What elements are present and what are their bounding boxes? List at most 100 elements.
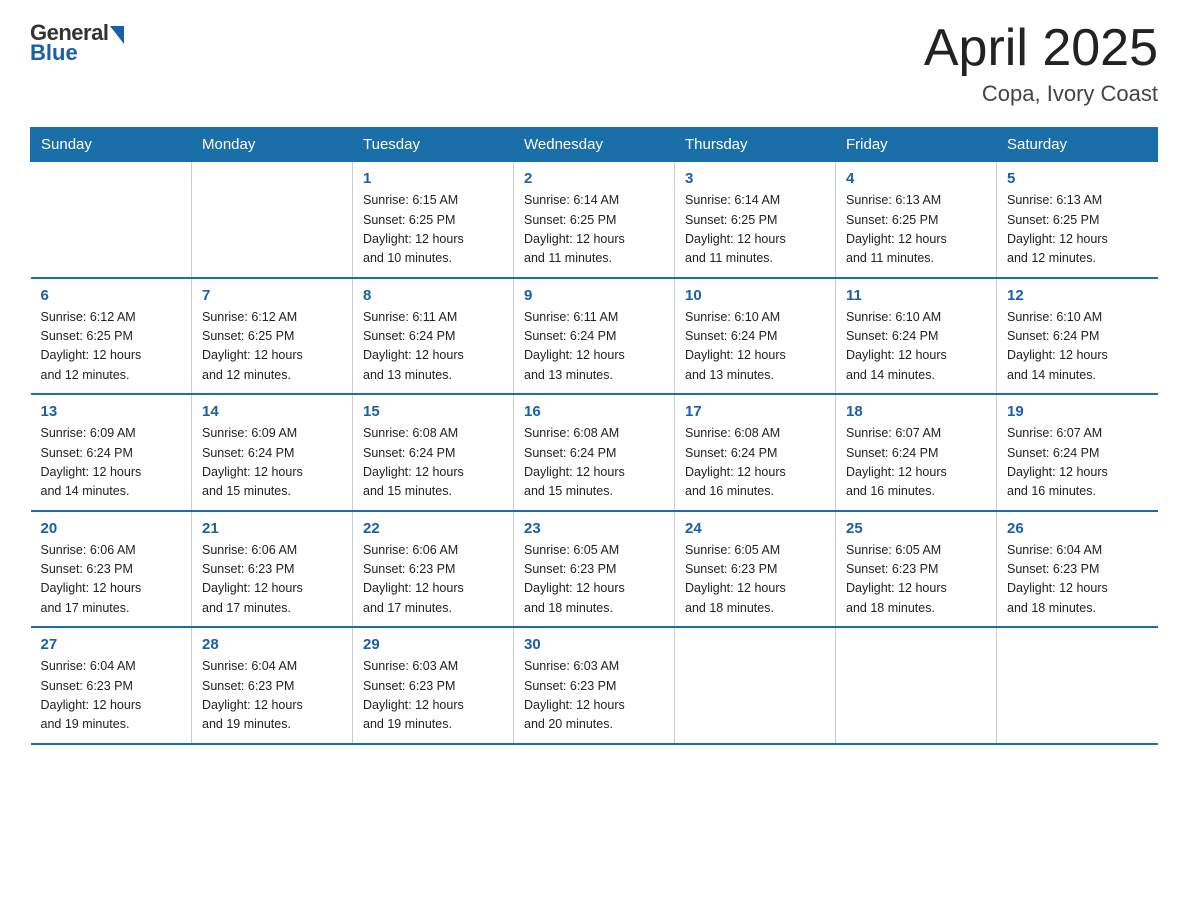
calendar-cell <box>675 627 836 744</box>
day-info: Sunrise: 6:10 AM Sunset: 6:24 PM Dayligh… <box>685 308 825 386</box>
day-number: 13 <box>41 403 182 420</box>
day-number: 9 <box>524 287 664 304</box>
day-number: 17 <box>685 403 825 420</box>
weekday-header-friday: Friday <box>836 128 997 162</box>
calendar-week-row: 1Sunrise: 6:15 AM Sunset: 6:25 PM Daylig… <box>31 162 1158 278</box>
calendar-location: Copa, Ivory Coast <box>924 81 1158 107</box>
calendar-title: April 2025 <box>924 20 1158 77</box>
calendar-cell: 24Sunrise: 6:05 AM Sunset: 6:23 PM Dayli… <box>675 511 836 628</box>
weekday-header-sunday: Sunday <box>31 128 192 162</box>
title-block: April 2025 Copa, Ivory Coast <box>924 20 1158 107</box>
day-number: 8 <box>363 287 503 304</box>
logo-blue-text: Blue <box>30 40 78 66</box>
day-number: 4 <box>846 170 986 187</box>
day-number: 2 <box>524 170 664 187</box>
day-info: Sunrise: 6:10 AM Sunset: 6:24 PM Dayligh… <box>846 308 986 386</box>
calendar-cell: 5Sunrise: 6:13 AM Sunset: 6:25 PM Daylig… <box>997 162 1158 278</box>
day-info: Sunrise: 6:09 AM Sunset: 6:24 PM Dayligh… <box>202 424 342 502</box>
calendar-cell: 15Sunrise: 6:08 AM Sunset: 6:24 PM Dayli… <box>353 394 514 511</box>
calendar-week-row: 20 Sunrise: 6:06 AM Sunset: 6:23 PM Dayli… <box>31 511 1158 628</box>
calendar-table: SundayMondayTuesdayWednesdayThursdayFrid… <box>30 127 1158 745</box>
calendar-cell: 2Sunrise: 6:14 AM Sunset: 6:25 PM Daylig… <box>514 162 675 278</box>
day-info: Sunrise: 6:06 AM Sunset: 6:23 PM Dayligh… <box>41 541 182 619</box>
day-info: Sunrise: 6:10 AM Sunset: 6:24 PM Dayligh… <box>1007 308 1148 386</box>
day-number: 25 <box>846 520 986 537</box>
calendar-cell: 17 Sunrise: 6:08 AM Sunset: 6:24 PM Dayli… <box>675 394 836 511</box>
day-number: 29 <box>363 636 503 653</box>
day-info: Sunrise: 6:13 AM Sunset: 6:25 PM Dayligh… <box>846 191 986 269</box>
day-number: 23 <box>524 520 664 537</box>
weekday-header-saturday: Saturday <box>997 128 1158 162</box>
calendar-cell: 12Sunrise: 6:10 AM Sunset: 6:24 PM Dayli… <box>997 278 1158 395</box>
day-info: Sunrise: 6:08 AM Sunset: 6:24 PM Dayligh… <box>685 424 825 502</box>
calendar-cell: 8Sunrise: 6:11 AM Sunset: 6:24 PM Daylig… <box>353 278 514 395</box>
calendar-cell: 6 Sunrise: 6:12 AM Sunset: 6:25 PM Daylig… <box>31 278 192 395</box>
calendar-cell: 16 Sunrise: 6:08 AM Sunset: 6:24 PM Dayli… <box>514 394 675 511</box>
calendar-cell <box>192 162 353 278</box>
day-number: 11 <box>846 287 986 304</box>
weekday-header-wednesday: Wednesday <box>514 128 675 162</box>
day-number: 30 <box>524 636 664 653</box>
day-number: 22 <box>363 520 503 537</box>
day-number: 3 <box>685 170 825 187</box>
calendar-cell: 28Sunrise: 6:04 AM Sunset: 6:23 PM Dayli… <box>192 627 353 744</box>
logo-arrow-icon <box>110 26 124 44</box>
calendar-week-row: 27Sunrise: 6:04 AM Sunset: 6:23 PM Dayli… <box>31 627 1158 744</box>
calendar-cell: 7Sunrise: 6:12 AM Sunset: 6:25 PM Daylig… <box>192 278 353 395</box>
logo: General Blue <box>30 20 124 66</box>
calendar-cell: 22Sunrise: 6:06 AM Sunset: 6:23 PM Dayli… <box>353 511 514 628</box>
weekday-header-row: SundayMondayTuesdayWednesdayThursdayFrid… <box>31 128 1158 162</box>
day-number: 19 <box>1007 403 1148 420</box>
calendar-cell: 18Sunrise: 6:07 AM Sunset: 6:24 PM Dayli… <box>836 394 997 511</box>
day-number: 10 <box>685 287 825 304</box>
calendar-cell <box>31 162 192 278</box>
calendar-cell: 25 Sunrise: 6:05 AM Sunset: 6:23 PM Dayli… <box>836 511 997 628</box>
calendar-cell: 21 Sunrise: 6:06 AM Sunset: 6:23 PM Dayli… <box>192 511 353 628</box>
calendar-cell: 30Sunrise: 6:03 AM Sunset: 6:23 PM Dayli… <box>514 627 675 744</box>
weekday-header-monday: Monday <box>192 128 353 162</box>
calendar-cell <box>997 627 1158 744</box>
day-number: 16 <box>524 403 664 420</box>
day-number: 20 <box>41 520 182 537</box>
day-info: Sunrise: 6:13 AM Sunset: 6:25 PM Dayligh… <box>1007 191 1148 269</box>
day-info: Sunrise: 6:06 AM Sunset: 6:23 PM Dayligh… <box>202 541 342 619</box>
day-info: Sunrise: 6:14 AM Sunset: 6:25 PM Dayligh… <box>685 191 825 269</box>
calendar-cell <box>836 627 997 744</box>
calendar-cell: 9 Sunrise: 6:11 AM Sunset: 6:24 PM Daylig… <box>514 278 675 395</box>
calendar-cell: 23Sunrise: 6:05 AM Sunset: 6:23 PM Dayli… <box>514 511 675 628</box>
page-header: General Blue April 2025 Copa, Ivory Coas… <box>30 20 1158 107</box>
day-number: 26 <box>1007 520 1148 537</box>
day-number: 6 <box>41 287 182 304</box>
calendar-cell: 11 Sunrise: 6:10 AM Sunset: 6:24 PM Dayli… <box>836 278 997 395</box>
day-info: Sunrise: 6:12 AM Sunset: 6:25 PM Dayligh… <box>202 308 342 386</box>
weekday-header-thursday: Thursday <box>675 128 836 162</box>
calendar-cell: 14 Sunrise: 6:09 AM Sunset: 6:24 PM Dayli… <box>192 394 353 511</box>
day-number: 21 <box>202 520 342 537</box>
day-info: Sunrise: 6:04 AM Sunset: 6:23 PM Dayligh… <box>41 657 182 735</box>
calendar-cell: 20 Sunrise: 6:06 AM Sunset: 6:23 PM Dayli… <box>31 511 192 628</box>
day-info: Sunrise: 6:03 AM Sunset: 6:23 PM Dayligh… <box>363 657 503 735</box>
day-number: 14 <box>202 403 342 420</box>
day-info: Sunrise: 6:08 AM Sunset: 6:24 PM Dayligh… <box>524 424 664 502</box>
day-info: Sunrise: 6:04 AM Sunset: 6:23 PM Dayligh… <box>202 657 342 735</box>
day-info: Sunrise: 6:12 AM Sunset: 6:25 PM Dayligh… <box>41 308 182 386</box>
day-number: 15 <box>363 403 503 420</box>
day-info: Sunrise: 6:09 AM Sunset: 6:24 PM Dayligh… <box>41 424 182 502</box>
calendar-week-row: 13 Sunrise: 6:09 AM Sunset: 6:24 PM Dayli… <box>31 394 1158 511</box>
calendar-cell: 1Sunrise: 6:15 AM Sunset: 6:25 PM Daylig… <box>353 162 514 278</box>
day-info: Sunrise: 6:15 AM Sunset: 6:25 PM Dayligh… <box>363 191 503 269</box>
day-info: Sunrise: 6:11 AM Sunset: 6:24 PM Dayligh… <box>524 308 664 386</box>
day-info: Sunrise: 6:07 AM Sunset: 6:24 PM Dayligh… <box>846 424 986 502</box>
day-info: Sunrise: 6:05 AM Sunset: 6:23 PM Dayligh… <box>685 541 825 619</box>
calendar-cell: 27Sunrise: 6:04 AM Sunset: 6:23 PM Dayli… <box>31 627 192 744</box>
day-info: Sunrise: 6:04 AM Sunset: 6:23 PM Dayligh… <box>1007 541 1148 619</box>
calendar-cell: 26 Sunrise: 6:04 AM Sunset: 6:23 PM Dayli… <box>997 511 1158 628</box>
calendar-cell: 19Sunrise: 6:07 AM Sunset: 6:24 PM Dayli… <box>997 394 1158 511</box>
day-info: Sunrise: 6:05 AM Sunset: 6:23 PM Dayligh… <box>846 541 986 619</box>
calendar-cell: 29 Sunrise: 6:03 AM Sunset: 6:23 PM Dayli… <box>353 627 514 744</box>
calendar-week-row: 6 Sunrise: 6:12 AM Sunset: 6:25 PM Daylig… <box>31 278 1158 395</box>
calendar-cell: 4 Sunrise: 6:13 AM Sunset: 6:25 PM Daylig… <box>836 162 997 278</box>
calendar-cell: 13 Sunrise: 6:09 AM Sunset: 6:24 PM Dayli… <box>31 394 192 511</box>
calendar-cell: 3 Sunrise: 6:14 AM Sunset: 6:25 PM Daylig… <box>675 162 836 278</box>
weekday-header-tuesday: Tuesday <box>353 128 514 162</box>
